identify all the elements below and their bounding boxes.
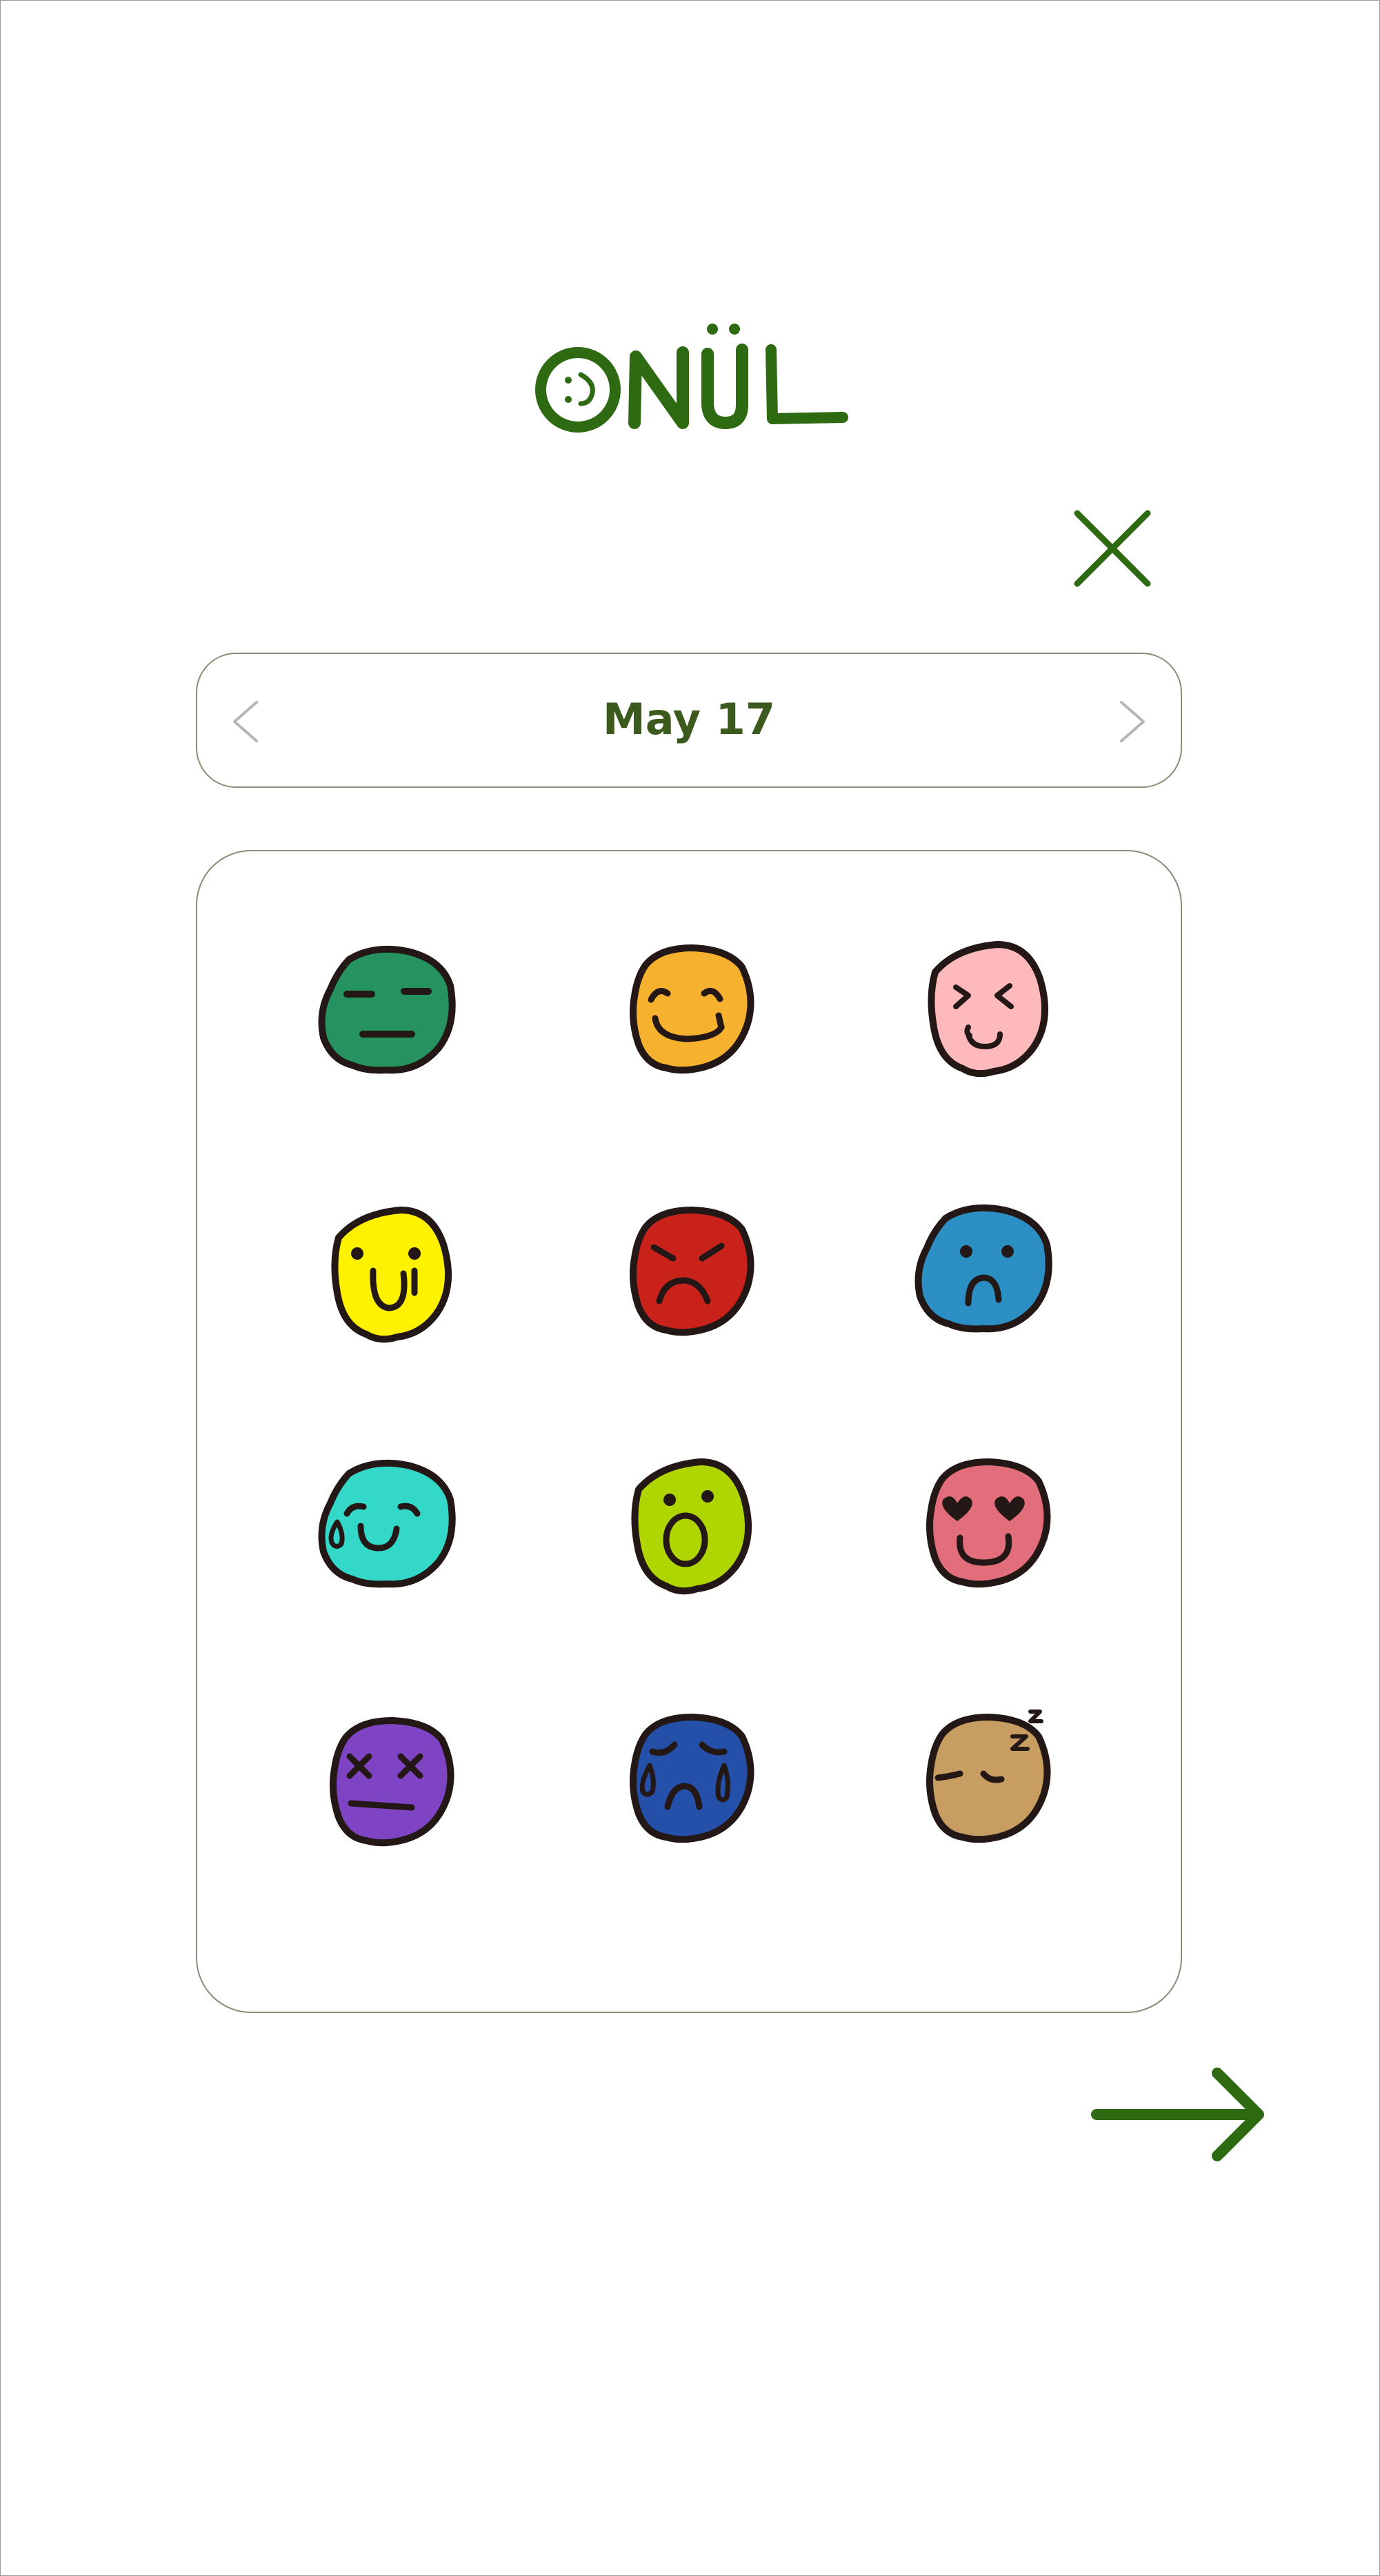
mood-nervous-icon[interactable] <box>283 1445 490 1652</box>
mood-neutral-icon[interactable] <box>283 931 490 1138</box>
selected-date: May 17 <box>603 694 775 744</box>
mood-sad-icon[interactable] <box>880 1189 1087 1396</box>
mood-happy-icon[interactable] <box>583 927 790 1134</box>
arrow-right-icon[interactable] <box>1086 2063 1272 2166</box>
chevron-right-icon[interactable] <box>1112 694 1153 749</box>
date-navigator: May 17 <box>196 653 1182 788</box>
mood-grid <box>196 850 1182 2013</box>
close-icon[interactable] <box>1068 504 1157 593</box>
mood-in-love-icon[interactable] <box>880 1441 1087 1648</box>
mood-sleepy-icon[interactable] <box>880 1696 1087 1903</box>
mood-excited-icon[interactable] <box>880 924 1087 1131</box>
mood-crying-icon[interactable] <box>583 1696 790 1903</box>
app-logo <box>535 324 848 433</box>
mood-silly-icon[interactable] <box>283 1189 490 1396</box>
mood-surprised-icon[interactable] <box>583 1441 790 1648</box>
mood-angry-icon[interactable] <box>583 1189 790 1396</box>
mood-dead-icon[interactable] <box>283 1700 490 1907</box>
